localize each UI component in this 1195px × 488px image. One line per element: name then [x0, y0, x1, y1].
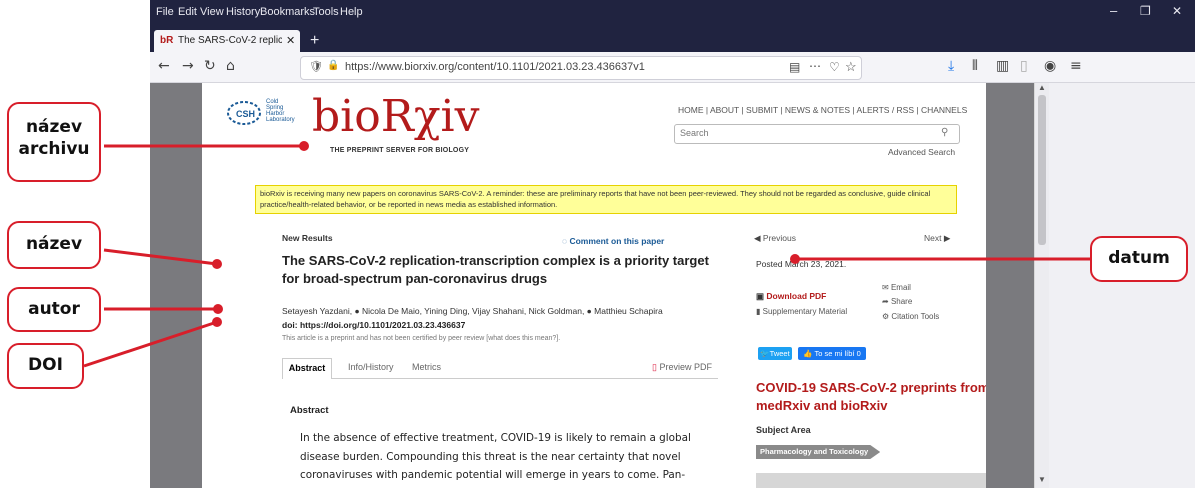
- callout-title: název: [7, 221, 101, 269]
- callout-date: datum: [1090, 236, 1188, 282]
- author-pointer-dot: [213, 304, 223, 314]
- doi-pointer-line: [83, 320, 218, 368]
- archive-pointer-dot: [299, 141, 309, 151]
- date-pointer-dot: [790, 254, 800, 264]
- callout-doi: DOI: [7, 343, 84, 389]
- callout-archive-name: název archivu: [7, 102, 101, 182]
- title-pointer-dot: [212, 259, 222, 269]
- title-pointer-line: [103, 248, 218, 266]
- annotation-lines: [83, 141, 1090, 368]
- callout-author: autor: [7, 287, 101, 332]
- doi-pointer-dot: [212, 317, 222, 327]
